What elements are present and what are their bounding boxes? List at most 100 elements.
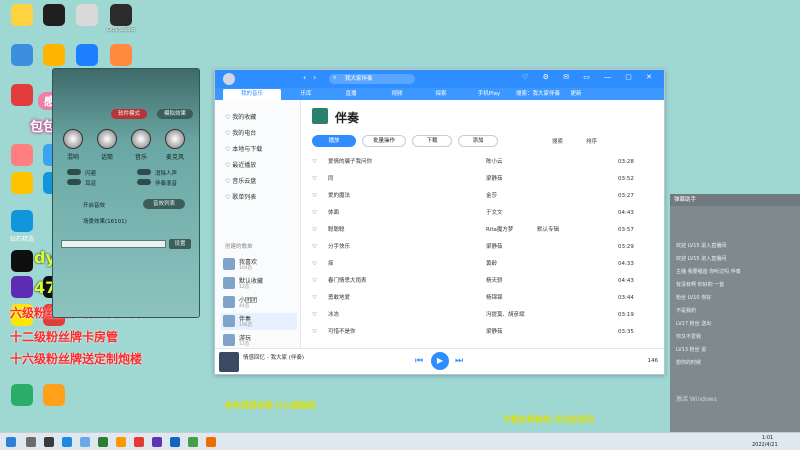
- track-row[interactable]: ♡ 痒 黄龄 04:33: [312, 258, 656, 270]
- sort-link[interactable]: 排序: [586, 137, 597, 145]
- toggle-switch[interactable]: [137, 179, 151, 185]
- next-icon[interactable]: ⏭: [455, 356, 463, 366]
- desktop-icon[interactable]: OBS Studio: [104, 4, 138, 33]
- desktop-icon[interactable]: [37, 4, 71, 27]
- track-row[interactable]: ♡ 可惜不是你 梁静茹 03:35: [312, 326, 656, 338]
- track-row[interactable]: ♡ 冰冻 冯提莫、胡彦斌 03:19: [312, 309, 656, 321]
- window-controls[interactable]: ♡ ⚙ ✉ ▭ ― ▢ ✕: [522, 73, 658, 81]
- toggle-switch[interactable]: [137, 169, 151, 175]
- taskbar-app-icon[interactable]: [116, 437, 126, 447]
- avatar[interactable]: [223, 73, 235, 85]
- desktop-icon[interactable]: [37, 384, 71, 407]
- tab-1[interactable]: 乐库: [287, 89, 325, 100]
- track-row[interactable]: ♡ 分手快乐 梁静茹 03:29: [312, 241, 656, 253]
- sidebar-item[interactable]: ♡ 本地与下载: [225, 144, 262, 153]
- search-input[interactable]: 我大家伴奏: [329, 74, 415, 84]
- desktop-icon[interactable]: [5, 210, 39, 233]
- album-thumb[interactable]: [219, 352, 239, 372]
- sidebar-item[interactable]: ♡ 我的收藏: [225, 112, 256, 121]
- mode-simulate-button[interactable]: 模拟效果: [157, 109, 193, 119]
- playlist-item[interactable]: 小团团 44首: [221, 294, 297, 311]
- desktop-icon[interactable]: [5, 172, 39, 195]
- desktop-icon[interactable]: [70, 4, 104, 27]
- track-row[interactable]: ♡ 聪聪聪 Rita魔方梦 默认专辑 03:57: [312, 224, 656, 236]
- sidebar-item[interactable]: ♡ 音乐云盘: [225, 176, 256, 185]
- back-icon[interactable]: ‹: [303, 73, 306, 82]
- track-duration: 03:35: [618, 329, 634, 335]
- desktop-icon[interactable]: [70, 44, 104, 67]
- tab-2[interactable]: 直播: [331, 89, 371, 100]
- taskbar-app-icon[interactable]: [44, 437, 54, 447]
- toggle-switch[interactable]: [67, 169, 81, 175]
- desktop-icon[interactable]: [37, 44, 71, 67]
- taskbar-app-icon[interactable]: [170, 437, 180, 447]
- sidebar-item[interactable]: ♡ 最近播放: [225, 160, 256, 169]
- taskbar-app-icon[interactable]: [26, 437, 36, 447]
- play-all-button[interactable]: 播放: [312, 135, 356, 147]
- effect-list-button[interactable]: 音效列表: [143, 199, 185, 209]
- sidebar-item[interactable]: ♡ 歌单列表: [225, 192, 256, 201]
- taskbar-app-icon[interactable]: [152, 437, 162, 447]
- set-button[interactable]: 设置: [169, 239, 191, 249]
- taskbar-app-icon[interactable]: [188, 437, 198, 447]
- sidebar-section-title: 创建的歌单: [225, 244, 253, 250]
- knob-mic[interactable]: [97, 129, 117, 149]
- playlist-item[interactable]: 我喜欢 104首: [221, 256, 297, 273]
- tab-4[interactable]: 探索: [421, 89, 461, 100]
- taskbar-app-icon[interactable]: [98, 437, 108, 447]
- download-button[interactable]: 下载: [412, 135, 452, 147]
- add-button[interactable]: 添加: [458, 135, 498, 147]
- desktop-icon[interactable]: [104, 44, 138, 67]
- clock-time: 1:01: [762, 435, 774, 441]
- search-link[interactable]: 搜索: [552, 137, 563, 145]
- track-artist: 黄龄: [486, 261, 498, 267]
- track-row[interactable]: ♡ 同 梁静茹 03:52: [312, 173, 656, 185]
- prev-icon[interactable]: ⏮: [415, 356, 423, 366]
- tab-5[interactable]: 手机Play: [467, 89, 511, 100]
- desktop-icon[interactable]: [5, 84, 39, 107]
- knob-music[interactable]: [131, 129, 151, 149]
- taskbar-app-icon[interactable]: [134, 437, 144, 447]
- desktop-icon[interactable]: [5, 384, 39, 407]
- forward-icon[interactable]: ›: [313, 73, 316, 82]
- app-icon: [110, 44, 132, 66]
- track-row[interactable]: ♡ 爱情的骗子我问你 陈小云 03:28: [312, 156, 656, 168]
- playlist-item[interactable]: 默认收藏 12首: [221, 275, 297, 292]
- search-icon[interactable]: ⌕: [333, 74, 336, 82]
- batch-button[interactable]: 批量操作: [362, 135, 406, 147]
- chat-message: 你又不爱我: [676, 334, 702, 340]
- knob-label: 音乐: [134, 154, 147, 161]
- taskbar-app-icon[interactable]: [80, 437, 90, 447]
- desktop-icon[interactable]: [5, 4, 39, 27]
- desktop-icon[interactable]: [5, 144, 39, 167]
- playlist-item[interactable]: 伴奏 196首: [221, 313, 297, 330]
- start-icon[interactable]: [6, 437, 16, 447]
- lyrics-left: 你叫我爱你呢 什么都像您: [225, 401, 316, 410]
- desktop-icon[interactable]: [5, 44, 39, 67]
- track-row[interactable]: ♡ 体面 于文文 04:43: [312, 207, 656, 219]
- like-icon: ♡: [312, 210, 317, 216]
- track-title: 聪聪聪: [328, 227, 345, 233]
- tab-3[interactable]: 视频: [377, 89, 417, 100]
- scene-select[interactable]: [61, 240, 166, 248]
- mode-software-button[interactable]: 软件模式: [111, 109, 147, 119]
- play-button[interactable]: ▶: [431, 352, 449, 370]
- tab-6[interactable]: 搜索：我大家伴奏: [515, 89, 561, 100]
- toggle-switch[interactable]: [67, 179, 81, 185]
- track-row[interactable]: ♡ 勇敢地爱 杨锦锦 03:44: [312, 292, 656, 304]
- knob-reverb[interactable]: [63, 129, 83, 149]
- tab-7[interactable]: 更新: [561, 89, 591, 100]
- sidebar-item[interactable]: ♡ 我的电台: [225, 128, 256, 137]
- track-row[interactable]: ♡ 春门情思大雨表 杨天骄 04:43: [312, 275, 656, 287]
- track-row[interactable]: ♡ 爱的魔法 金莎 03:27: [312, 190, 656, 202]
- open-effect-label: 开启音效: [83, 203, 106, 209]
- tab-0[interactable]: 我的音乐: [223, 89, 281, 100]
- taskbar-app-icon[interactable]: [206, 437, 216, 447]
- playlist-item[interactable]: 游玩 11首: [221, 332, 297, 349]
- track-album: 默认专辑: [537, 227, 560, 233]
- taskbar-app-icon[interactable]: [62, 437, 72, 447]
- title-bar: ‹ › 我大家伴奏 ⌕ ♡ ⚙ ✉ ▭ ― ▢ ✕: [215, 70, 664, 88]
- playlist-thumb: [223, 334, 235, 346]
- knob-microphone[interactable]: [165, 129, 185, 149]
- track-title: 体面: [328, 210, 340, 216]
